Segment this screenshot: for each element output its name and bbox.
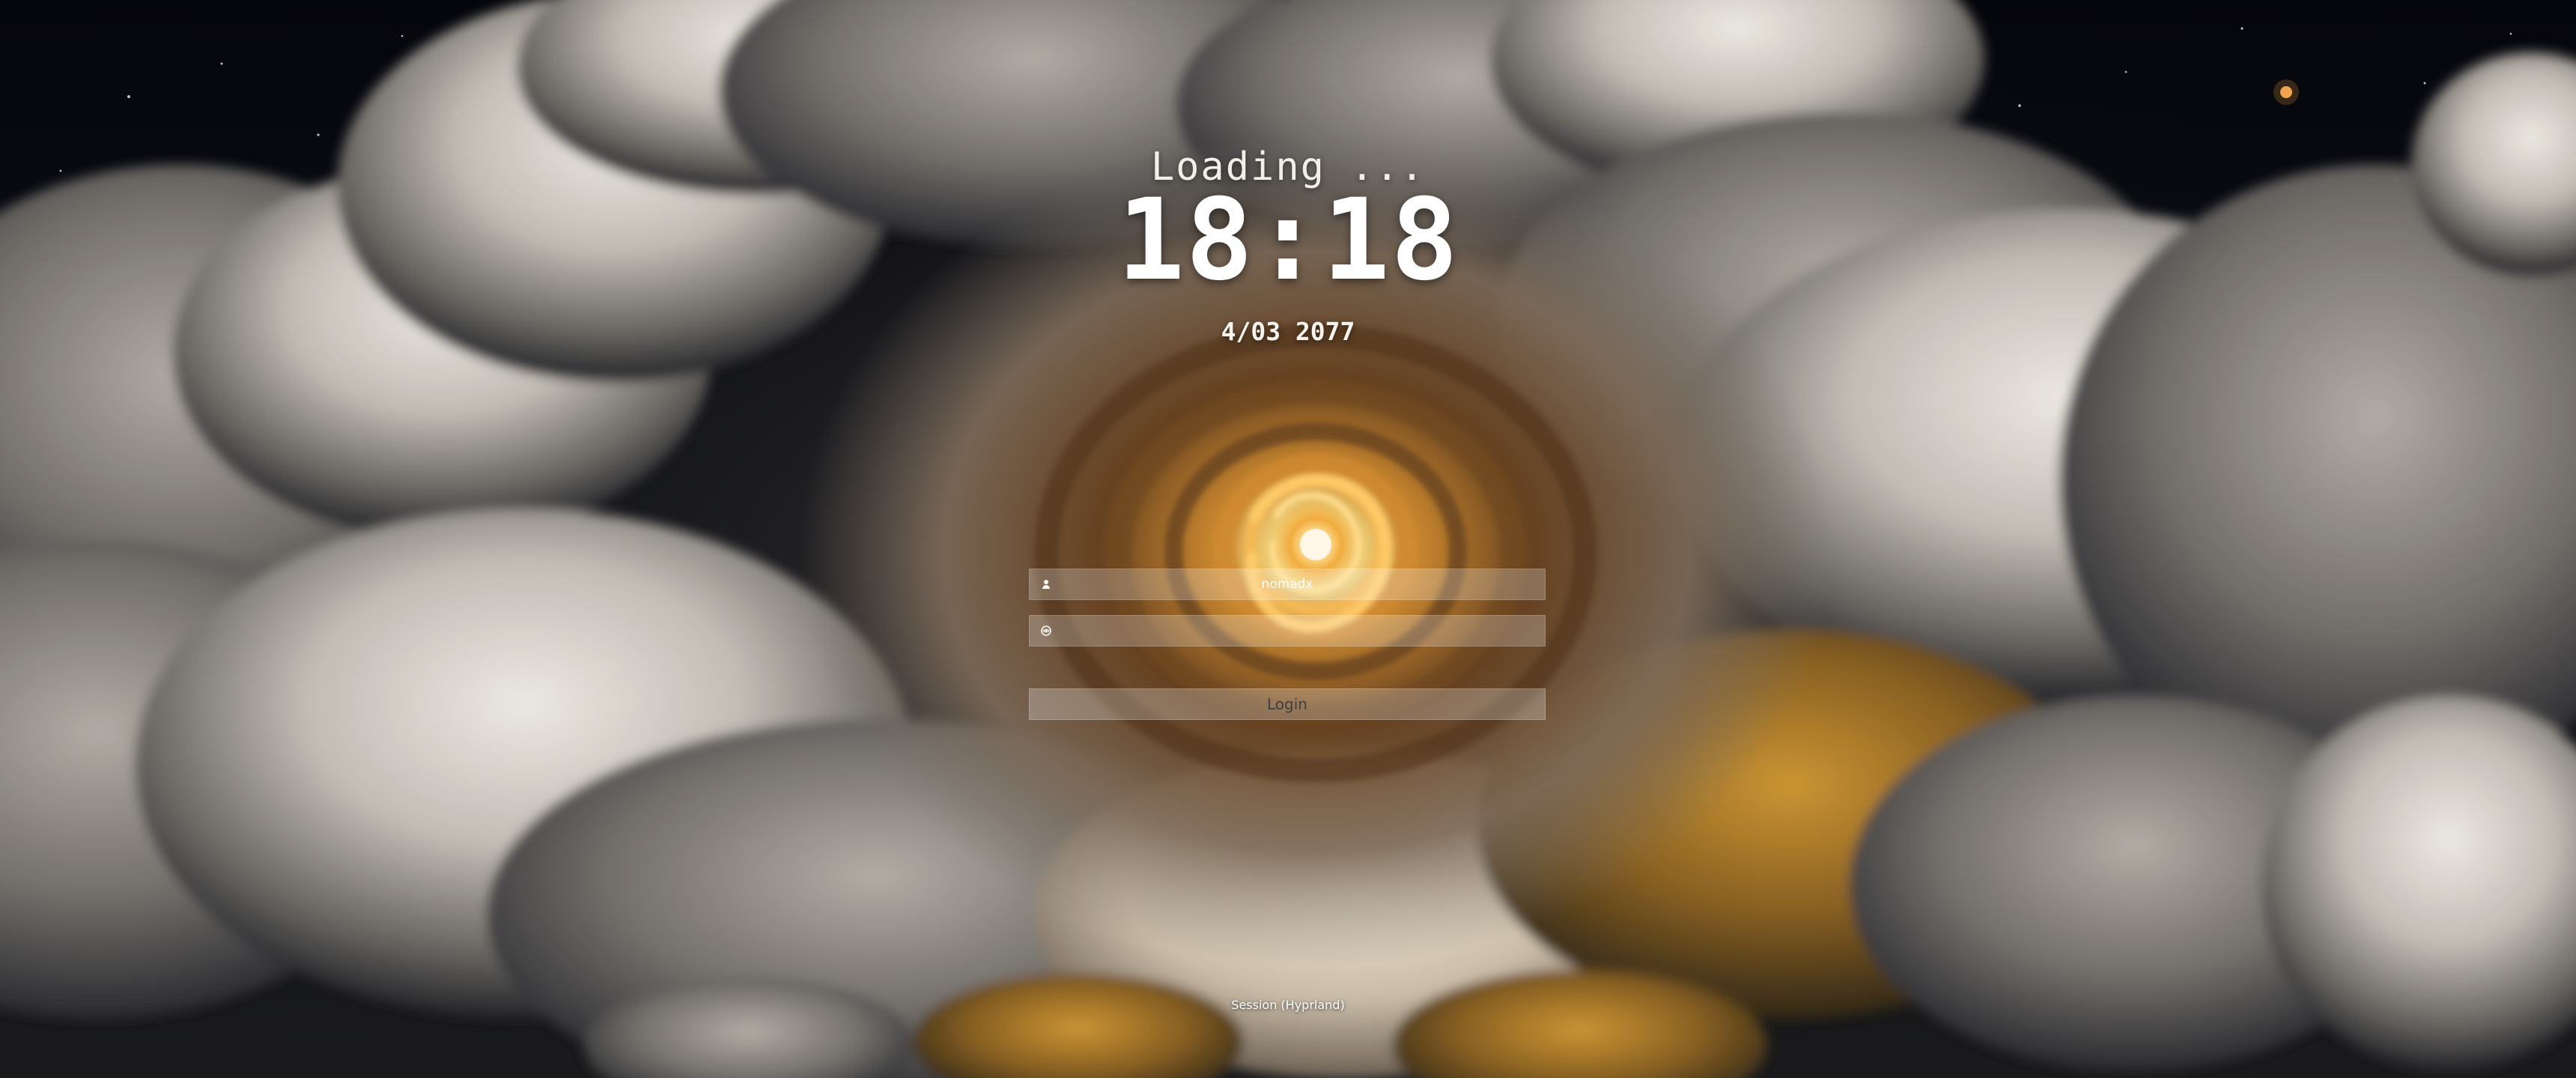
login-button[interactable]: Login xyxy=(1029,688,1546,720)
eye-icon xyxy=(1030,615,1063,647)
clock-date: 4/03 2077 xyxy=(1221,317,1355,346)
session-selector[interactable]: Session (Hyprland) xyxy=(0,998,2576,1012)
password-field[interactable] xyxy=(1029,615,1546,647)
login-form: Login xyxy=(1029,569,1546,720)
password-input[interactable] xyxy=(1063,616,1545,646)
clock-time: 18:18 xyxy=(1117,175,1459,306)
login-screen: Loading ... 18:18 4/03 2077 Login xyxy=(0,0,2576,1078)
username-input[interactable] xyxy=(1063,569,1545,599)
small-planet xyxy=(2273,79,2299,105)
user-icon xyxy=(1030,569,1063,600)
username-field[interactable] xyxy=(1029,569,1546,600)
